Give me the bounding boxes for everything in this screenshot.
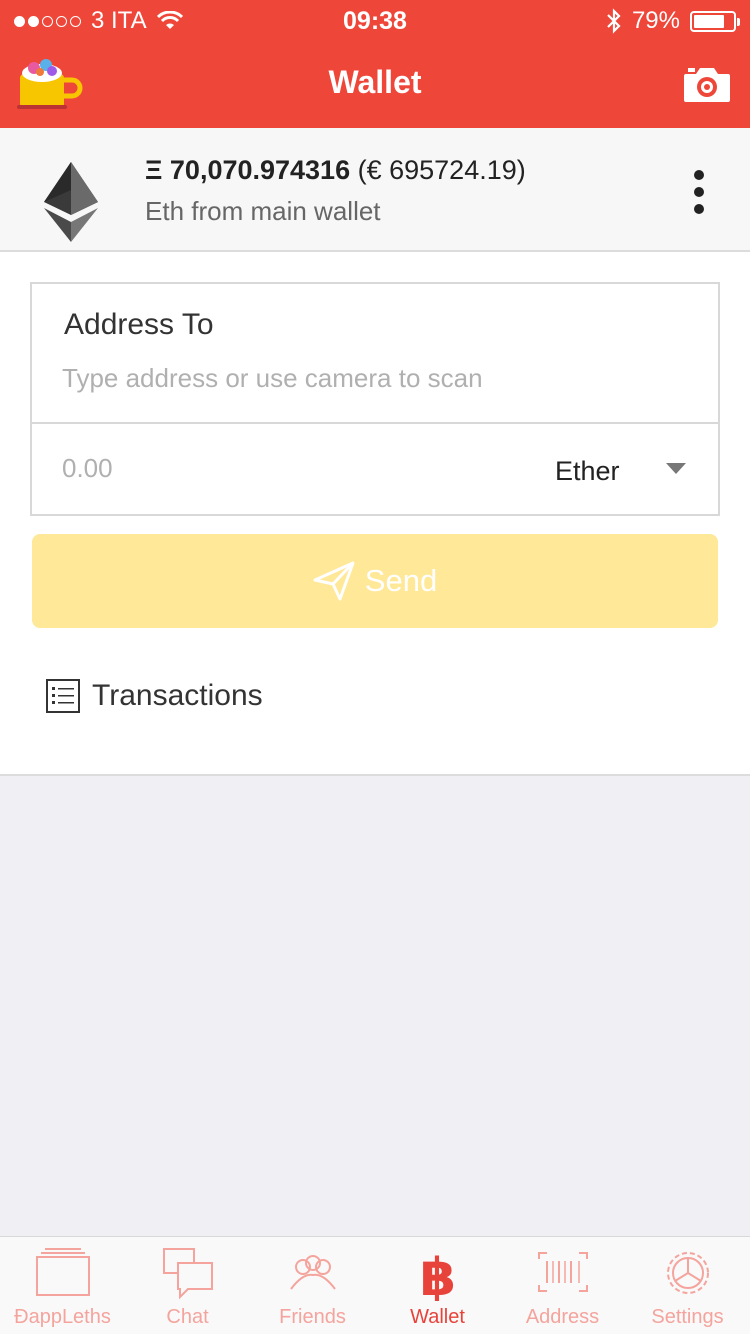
address-to-label: Address To xyxy=(64,308,214,341)
svg-text:฿: ฿ xyxy=(419,1248,455,1301)
address-input[interactable] xyxy=(62,360,682,396)
chat-icon xyxy=(162,1248,213,1300)
account-name: Eth from main wallet xyxy=(145,196,381,226)
status-bar: 3 ITA 09:38 79% xyxy=(0,0,750,40)
bluetooth-icon xyxy=(607,8,621,34)
settings-gear-icon xyxy=(666,1252,709,1294)
eth-symbol: Ξ xyxy=(145,155,163,185)
tab-label: Address xyxy=(525,1306,600,1328)
status-right: 79% xyxy=(606,7,740,35)
tab-label: Friends xyxy=(279,1306,346,1328)
more-options-icon[interactable] xyxy=(692,170,706,214)
tab-label: Chat xyxy=(166,1306,209,1328)
cards-icon xyxy=(35,1248,90,1296)
battery-icon xyxy=(690,10,740,32)
tab-bar: ĐappLeths Chat Friends ฿ Wallet Address … xyxy=(0,1236,750,1334)
battery-percent: 79% xyxy=(631,7,680,34)
friends-icon xyxy=(289,1255,336,1290)
unit-dropdown[interactable]: Ether xyxy=(540,448,700,494)
bitcoin-icon: ฿ xyxy=(419,1248,455,1301)
tab-label: ĐappLeths xyxy=(14,1306,111,1328)
tab-settings[interactable]: Settings xyxy=(625,1237,750,1334)
page-title: Wallet xyxy=(328,64,422,100)
tab-label: Settings xyxy=(651,1306,724,1328)
nav-header: 3 ITA 09:38 79% Wallet xyxy=(0,0,750,128)
ethereum-icon xyxy=(44,162,98,242)
form-divider xyxy=(30,422,720,424)
tab-friends[interactable]: Friends xyxy=(250,1237,375,1334)
tab-address[interactable]: Address xyxy=(500,1237,625,1334)
list-icon xyxy=(46,679,80,713)
tab-dappleths[interactable]: ĐappLeths xyxy=(0,1237,125,1334)
fiat-amount: (€ 695724.19) xyxy=(357,155,526,185)
tab-label: Wallet xyxy=(410,1306,465,1328)
paper-plane-icon xyxy=(313,561,355,601)
barcode-icon xyxy=(537,1252,588,1292)
send-label: Send xyxy=(364,563,438,598)
camera-icon[interactable] xyxy=(682,64,732,104)
eth-amount: 70,070.974316 xyxy=(169,155,351,185)
tab-wallet[interactable]: ฿ Wallet xyxy=(375,1237,500,1334)
transactions-link[interactable]: Transactions xyxy=(46,676,263,716)
chevron-down-icon xyxy=(666,463,686,474)
battery-fill xyxy=(694,14,725,28)
account-row[interactable] xyxy=(0,128,750,252)
account-balance: Ξ 70,070.974316 (€ 695724.19) xyxy=(145,155,526,186)
transactions-label: Transactions xyxy=(92,679,263,712)
amount-input[interactable] xyxy=(62,450,362,486)
unit-selected-label: Ether xyxy=(555,455,620,486)
tab-chat[interactable]: Chat xyxy=(125,1237,250,1334)
send-button[interactable]: Send xyxy=(32,534,718,628)
